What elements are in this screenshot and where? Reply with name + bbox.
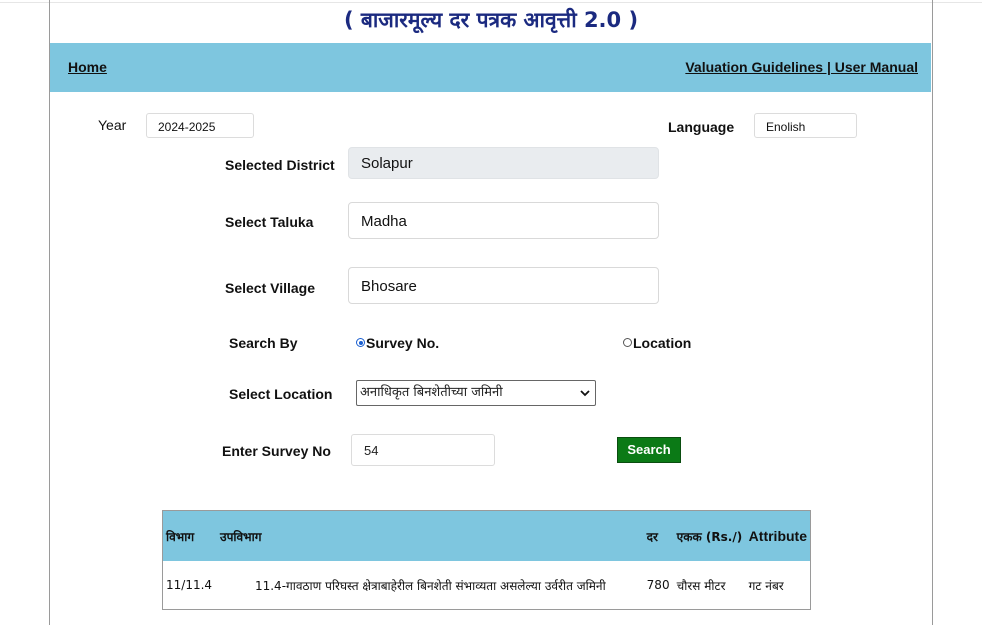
- cell-unit: चौरस मीटर: [673, 561, 746, 610]
- district-field: Solapur: [348, 147, 659, 179]
- radio-unchecked-icon: [623, 338, 632, 347]
- survey-label: Enter Survey No: [222, 443, 331, 459]
- header-subdivision: उपविभाग: [217, 510, 644, 561]
- cell-rate: 780: [643, 561, 674, 610]
- chevron-down-icon: [580, 390, 590, 397]
- radio-checked-icon: [356, 338, 365, 347]
- radio-survey-no[interactable]: Survey No.: [356, 335, 439, 351]
- search-button[interactable]: Search: [617, 437, 681, 463]
- cell-division: 11/11.4: [162, 561, 217, 610]
- location-select[interactable]: अनाधिकृत बिनशेतीच्या जमिनी: [356, 380, 596, 406]
- language-label: Language: [668, 119, 735, 135]
- cell-attribute: गट नंबर: [745, 561, 811, 610]
- taluka-label: Select Taluka: [225, 214, 314, 230]
- search-by-label: Search By: [229, 335, 298, 351]
- district-label: Selected District: [225, 157, 335, 173]
- survey-input[interactable]: 54: [351, 434, 495, 466]
- village-label: Select Village: [225, 280, 316, 296]
- location-label: Select Location: [229, 386, 333, 402]
- language-select[interactable]: Enolish: [754, 113, 857, 138]
- taluka-select[interactable]: Madha: [348, 202, 659, 239]
- village-select[interactable]: Bhosare: [348, 267, 659, 304]
- header-division: विभाग: [162, 510, 217, 561]
- header-rate: दर: [643, 510, 674, 561]
- table-header-row: विभाग उपविभाग दर एकक (Rs./) Attribute: [162, 510, 811, 561]
- navbar: Home Valuation Guidelines | User Manual: [50, 43, 931, 92]
- cell-subdivision: 11.4-गावठाण परिघस्त क्षेत्राबाहेरील बिनश…: [217, 561, 644, 610]
- year-label: Year: [98, 117, 127, 133]
- year-select[interactable]: 2024-2025: [146, 113, 254, 138]
- radio-location[interactable]: Location: [623, 335, 691, 351]
- results-table: विभाग उपविभाग दर एकक (Rs./) Attribute 11…: [162, 510, 811, 610]
- header-attribute: Attribute: [745, 510, 811, 561]
- guidelines-manual-links[interactable]: Valuation Guidelines | User Manual: [685, 59, 918, 75]
- page-title: ( बाजारमूल्य दर पत्रक आवृत्ती 2.0 ): [343, 8, 639, 32]
- home-link[interactable]: Home: [68, 59, 107, 75]
- table-row: 11/11.4 11.4-गावठाण परिघस्त क्षेत्राबाहे…: [162, 561, 811, 610]
- header-unit: एकक (Rs./): [673, 510, 746, 561]
